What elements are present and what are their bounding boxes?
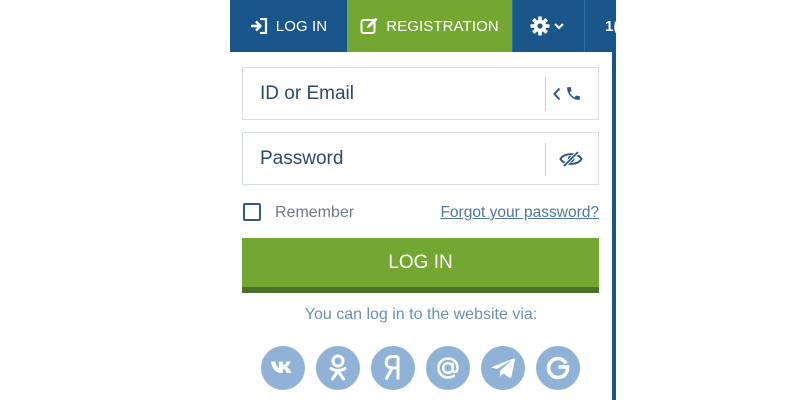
registration-tab-label: REGISTRATION	[386, 17, 499, 35]
sign-in-icon	[250, 18, 267, 34]
telegram-icon	[490, 358, 516, 378]
settings-menu-button[interactable]	[512, 0, 585, 52]
password-field[interactable]: Password	[242, 132, 599, 185]
forgot-password-link[interactable]: Forgot your password?	[440, 204, 599, 222]
google-icon	[546, 356, 570, 380]
chevron-left-icon[interactable]	[553, 87, 561, 101]
yandex-icon	[384, 355, 400, 381]
social-login-row	[261, 346, 580, 390]
social-login-caption: You can log in to the website via:	[304, 306, 538, 323]
mailru-login-button[interactable]	[426, 346, 470, 390]
yandex-login-button[interactable]	[371, 346, 415, 390]
vk-login-button[interactable]	[261, 346, 305, 390]
eye-slash-icon[interactable]	[559, 150, 583, 168]
login-tab-label: LOG IN	[275, 17, 328, 35]
id-field-icons	[553, 68, 582, 119]
phone-icon[interactable]	[565, 85, 582, 102]
chevron-down-icon	[554, 22, 564, 29]
password-field-icons	[559, 133, 583, 184]
gear-icon	[530, 16, 550, 36]
topbar-extra-item[interactable]: 1(	[584, 0, 616, 52]
odnoklassniki-login-button[interactable]	[316, 346, 360, 390]
odnoklassniki-icon	[329, 354, 347, 381]
login-panel: ID or Email Password Remember Forgot you…	[230, 52, 612, 400]
telegram-login-button[interactable]	[481, 346, 525, 390]
remember-row: Remember Forgot your password?	[242, 202, 599, 226]
field-divider	[545, 143, 546, 176]
field-divider	[545, 78, 546, 111]
login-submit-button[interactable]: LOG IN	[242, 238, 599, 293]
login-tab-button[interactable]: LOG IN	[230, 0, 347, 52]
topbar-extra-label: 1(	[605, 17, 616, 35]
remember-checkbox[interactable]	[243, 203, 261, 221]
vk-icon	[271, 361, 292, 373]
panel-right-edge	[612, 52, 616, 400]
top-nav-bar: LOG IN REGISTRATION 1	[230, 0, 616, 52]
registration-tab-button[interactable]: REGISTRATION	[347, 0, 512, 52]
id-email-field[interactable]: ID or Email	[242, 67, 599, 120]
google-login-button[interactable]	[536, 346, 580, 390]
mailru-icon	[437, 357, 459, 379]
remember-label[interactable]: Remember	[275, 204, 354, 222]
edit-icon	[360, 17, 378, 34]
